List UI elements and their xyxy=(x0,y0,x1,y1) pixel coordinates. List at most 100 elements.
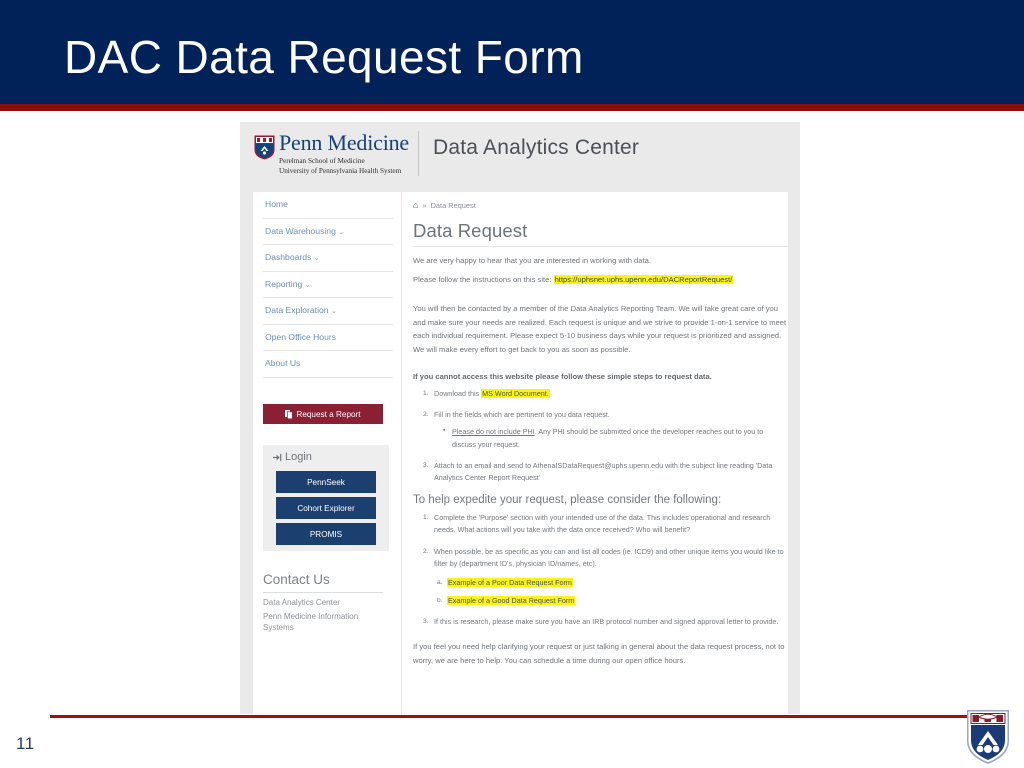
ms-word-document-link[interactable]: MS Word Document. xyxy=(481,389,550,398)
page-shell-inner: Home Data Warehousing ⌄ Dashboards ⌄ Rep… xyxy=(252,192,800,714)
sidebar-item-label: Data Exploration xyxy=(265,305,329,315)
open-office-hours-link[interactable]: open office hours xyxy=(625,656,683,665)
list-number: 2. xyxy=(423,547,429,555)
login-button-label: Cohort Explorer xyxy=(297,503,355,513)
heading-rule xyxy=(413,246,788,247)
sidebar-item-label: Open Office Hours xyxy=(265,331,337,342)
login-button-promis[interactable]: PROMIS xyxy=(276,523,376,545)
contact-line: Data Analytics Center xyxy=(263,598,340,607)
list-item-text: When possible, be as specific as you can… xyxy=(434,546,784,569)
slide-title-band: DAC Data Request Form xyxy=(0,0,1024,104)
penn-medicine-subtitle: Perelman School of Medicine University o… xyxy=(279,157,401,176)
sidebar-item-data-warehousing[interactable]: Data Warehousing ⌄ xyxy=(263,219,393,245)
sidebar-divider xyxy=(401,192,402,714)
list-item: 2. When possible, be as specific as you … xyxy=(423,546,791,608)
page-shell: Home Data Warehousing ⌄ Dashboards ⌄ Rep… xyxy=(252,192,800,714)
sidebar-item-reporting[interactable]: Reporting ⌄ xyxy=(263,272,393,298)
sign-in-icon xyxy=(273,453,282,461)
sidebar-item-label: Dashboards xyxy=(265,252,312,262)
penn-shield-icon xyxy=(967,710,1009,764)
list-item: 3. Attach to an email and send to Athena… xyxy=(423,460,788,484)
list-letter: a. xyxy=(437,578,443,586)
poor-data-request-form-link[interactable]: Example of a Poor Data Request Form xyxy=(447,577,573,587)
list-item-text: If this is research, please make sure yo… xyxy=(434,617,779,627)
chevron-down-icon: ⌄ xyxy=(304,281,311,289)
sidebar-item-open-office-hours[interactable]: Open Office Hours xyxy=(263,325,393,351)
site-header: Penn Medicine Perelman School of Medicin… xyxy=(240,122,800,184)
scrollbar-track[interactable] xyxy=(788,192,800,714)
footer-rule xyxy=(50,715,985,718)
list-item-text: Attach to an email and send to xyxy=(434,460,532,470)
expedite-list: 1. Complete the 'Purpose' section with y… xyxy=(423,512,791,638)
phi-warning-emphasis: Please do not include PHI xyxy=(452,427,535,437)
data-request-email-link[interactable]: AthenaISDataRequest@uphs.upenn.edu xyxy=(533,461,663,470)
sidebar-item-label: Home xyxy=(265,199,288,209)
list-number: 1. xyxy=(423,390,429,397)
login-button-pennseek[interactable]: PennSeek xyxy=(276,471,376,493)
header-divider xyxy=(418,131,419,176)
sub-list-item: b. Example of a Good Data Request Form xyxy=(434,595,791,607)
expedite-subheading: To help expedite your request, please co… xyxy=(413,494,722,506)
list-letter: b. xyxy=(437,596,443,604)
penn-sub-line-2: University of Pennsylvania Health System xyxy=(279,166,402,175)
sidebar-item-home[interactable]: Home xyxy=(263,192,393,219)
contact-line: Penn Medicine Information Systems xyxy=(263,612,359,632)
sidebar-item-data-exploration[interactable]: Data Exploration ⌄ xyxy=(263,298,393,325)
list-item: 1. Download this MS Word Document. xyxy=(423,388,788,400)
bullet-icon: ▪ xyxy=(443,427,446,435)
good-data-request-form-link[interactable]: Example of a Good Data Request Form xyxy=(447,595,576,605)
instructions-lead: Please follow the instructions on this s… xyxy=(413,275,552,284)
site-title: Data Analytics Center xyxy=(433,136,640,159)
list-number: 3. xyxy=(423,461,429,469)
closing-tail: . xyxy=(683,655,686,665)
page-title: DAC Data Request Form xyxy=(64,31,584,83)
list-item: 3. If this is research, please make sure… xyxy=(423,616,791,628)
fallback-steps-list: 1. Download this MS Word Document. 2. Fi… xyxy=(423,388,788,493)
login-heading: Login xyxy=(273,451,312,463)
penn-shield-icon xyxy=(254,135,275,160)
slide-page-number: 11 xyxy=(16,734,35,753)
chevron-down-icon: ⌄ xyxy=(313,255,320,262)
intro-paragraph: We are very happy to hear that you are i… xyxy=(413,256,651,265)
login-button-label: PROMIS xyxy=(309,529,343,539)
list-number: 3. xyxy=(423,618,429,626)
list-item-text: Complete the 'Purpose' section with your… xyxy=(434,513,771,535)
request-a-report-button[interactable]: Request a Report xyxy=(263,404,383,424)
list-item-text: Fill in the fields which are pertinent t… xyxy=(434,410,610,420)
list-number: 1. xyxy=(423,514,429,521)
list-item: 2. Fill in the fields which are pertinen… xyxy=(423,409,788,451)
title-underline-rule xyxy=(0,104,1024,111)
fallback-steps-heading: If you cannot access this website please… xyxy=(413,372,712,381)
login-button-cohort-explorer[interactable]: Cohort Explorer xyxy=(276,497,376,519)
instructions-paragraph: Please follow the instructions on this s… xyxy=(413,273,788,287)
request-a-report-label: Request a Report xyxy=(296,409,361,419)
content-heading: Data Request xyxy=(413,220,528,241)
closing-lead: If you feel you need help clarifying you… xyxy=(413,642,785,665)
login-box: Login PennSeek Cohort Explorer PROMIS xyxy=(263,445,389,551)
sidebar-item-label: About Us xyxy=(265,358,301,368)
embedded-website-screenshot: Penn Medicine Perelman School of Medicin… xyxy=(240,122,800,714)
chevron-down-icon: ⌄ xyxy=(338,228,345,236)
penn-sub-line-1: Perelman School of Medicine xyxy=(279,157,365,165)
sidebar-item-about-us[interactable]: About Us xyxy=(263,351,393,378)
copy-document-icon xyxy=(285,409,294,419)
dac-report-request-link[interactable]: https://uphsnet.uphs.upenn.edu/DACReport… xyxy=(553,275,734,284)
sub-list-item: a. Example of a Poor Data Request Form xyxy=(434,577,791,589)
breadcrumb-separator: » xyxy=(422,201,427,210)
contact-process-paragraph: You will then be contacted by a member o… xyxy=(413,304,787,354)
list-item-text: Download this xyxy=(434,389,480,398)
contact-us-rule xyxy=(263,592,383,593)
closing-paragraph: If you feel you need help clarifying you… xyxy=(413,640,788,667)
sidebar-item-label: Reporting xyxy=(265,278,303,289)
sidebar: Home Data Warehousing ⌄ Dashboards ⌄ Rep… xyxy=(263,192,393,714)
contact-us-heading: Contact Us xyxy=(263,572,330,587)
chevron-down-icon: ⌄ xyxy=(330,308,337,315)
login-button-label: PennSeek xyxy=(307,477,345,487)
sidebar-item-dashboards[interactable]: Dashboards ⌄ xyxy=(263,245,393,272)
sub-list-item: ▪ Please do not include PHI. Any PHI sho… xyxy=(434,426,788,450)
login-label: Login xyxy=(285,451,312,463)
main-content: ⌂ » Data Request Data Request We are ver… xyxy=(413,192,788,714)
list-item: 1. Complete the 'Purpose' section with y… xyxy=(423,512,791,537)
penn-medicine-wordmark: Penn Medicine xyxy=(279,130,409,155)
home-icon[interactable]: ⌂ xyxy=(413,201,418,210)
